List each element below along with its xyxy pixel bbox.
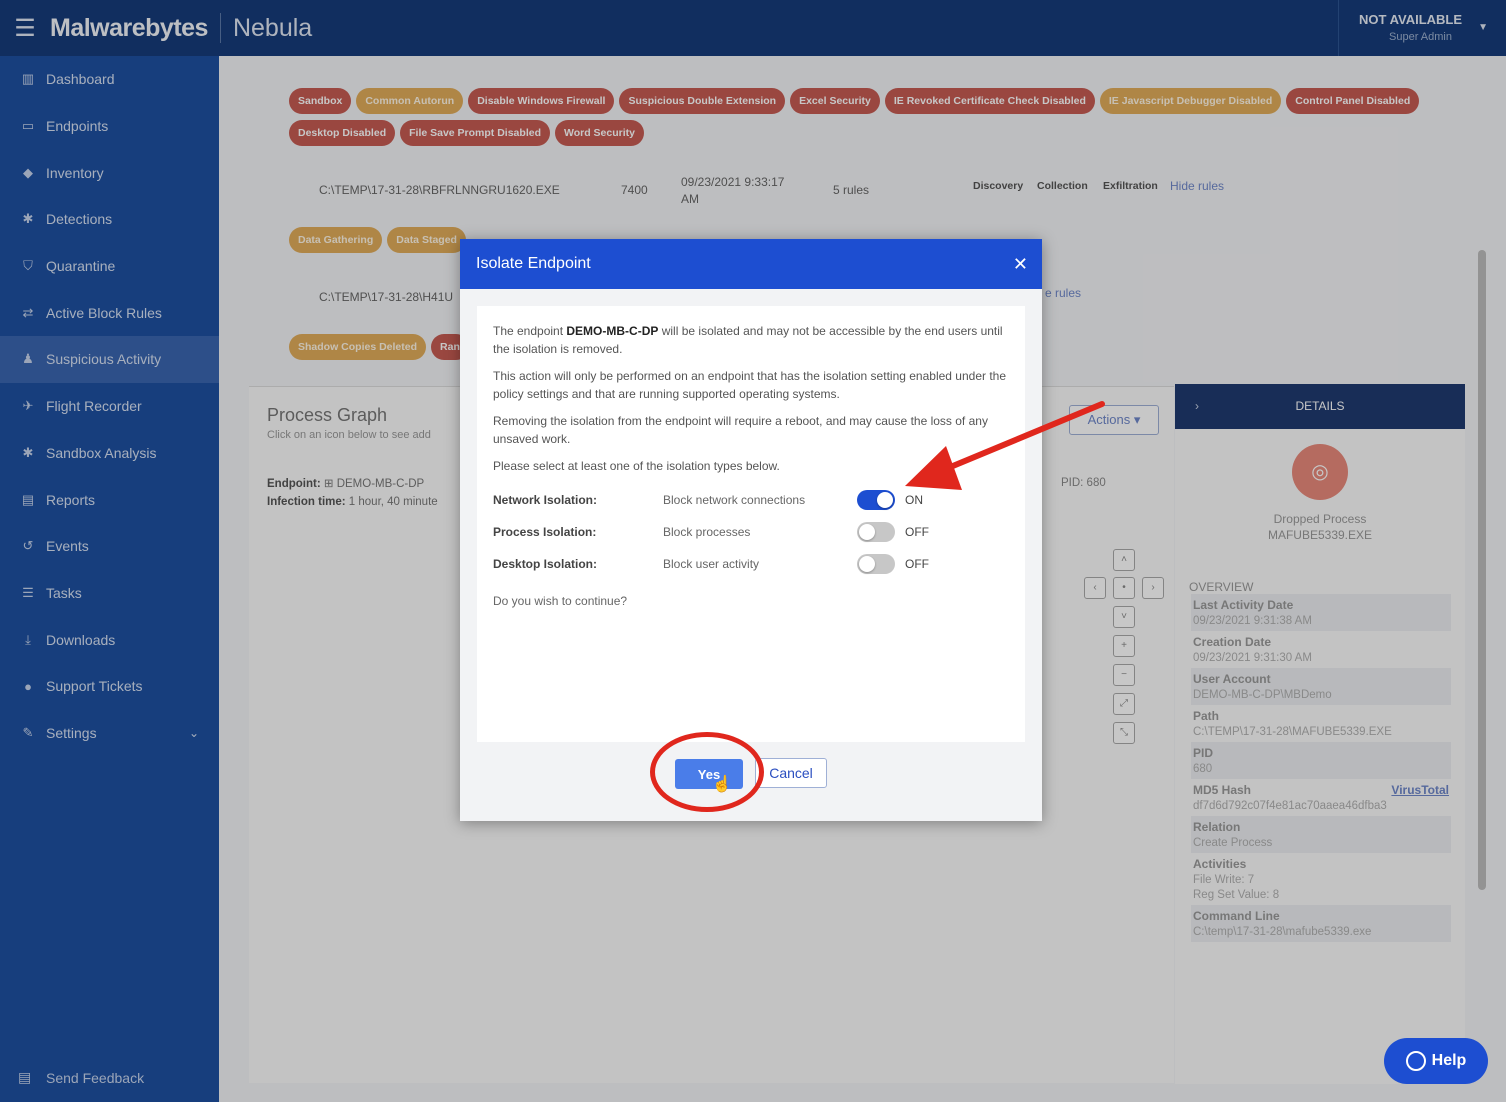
network-isolation-toggle[interactable] xyxy=(857,490,895,510)
isolation-description: Block network connections xyxy=(663,493,806,507)
close-icon[interactable]: ✕ xyxy=(1013,254,1028,275)
help-label: Help xyxy=(1431,1052,1467,1069)
dialog-paragraph: Removing the isolation from the endpoint… xyxy=(493,414,988,446)
dialog-body: The endpoint DEMO-MB-C-DP will be isolat… xyxy=(477,306,1025,742)
dialog-title: Isolate Endpoint xyxy=(476,255,591,272)
endpoint-name: DEMO-MB-C-DP xyxy=(566,324,659,338)
isolation-label: Process Isolation: xyxy=(493,525,597,539)
isolation-description: Block user activity xyxy=(663,557,760,571)
dialog-paragraph: Please select at least one of the isolat… xyxy=(493,459,780,473)
annotation-circle xyxy=(650,732,764,812)
isolate-endpoint-dialog: Isolate Endpoint ✕ The endpoint DEMO-MB-… xyxy=(460,239,1042,821)
text: The endpoint xyxy=(493,324,567,338)
continue-question: Do you wish to continue? xyxy=(493,594,628,608)
dialog-paragraph: This action will only be performed on an… xyxy=(493,369,1006,401)
toggle-knob xyxy=(859,524,875,540)
desktop-isolation-row: Desktop Isolation: Block user activity O… xyxy=(493,548,1009,580)
isolation-label: Network Isolation: xyxy=(493,493,598,507)
toggle-state: OFF xyxy=(905,525,929,539)
desktop-isolation-toggle[interactable] xyxy=(857,554,895,574)
help-button[interactable]: Help xyxy=(1384,1038,1488,1084)
toggle-state: OFF xyxy=(905,557,929,571)
process-isolation-toggle[interactable] xyxy=(857,522,895,542)
dialog-paragraph: The endpoint DEMO-MB-C-DP will be isolat… xyxy=(493,322,1009,358)
toggle-state: ON xyxy=(905,493,923,507)
toggle-knob xyxy=(859,556,875,572)
network-isolation-row: Network Isolation: Block network connect… xyxy=(493,484,1009,516)
dialog-header: Isolate Endpoint ✕ xyxy=(460,239,1042,289)
process-isolation-row: Process Isolation: Block processes OFF xyxy=(493,516,1009,548)
toggle-knob xyxy=(877,492,893,508)
isolation-description: Block processes xyxy=(663,525,751,539)
isolation-label: Desktop Isolation: xyxy=(493,557,598,571)
cancel-button[interactable]: Cancel xyxy=(755,758,827,788)
chat-bubble-icon xyxy=(1405,1051,1426,1071)
